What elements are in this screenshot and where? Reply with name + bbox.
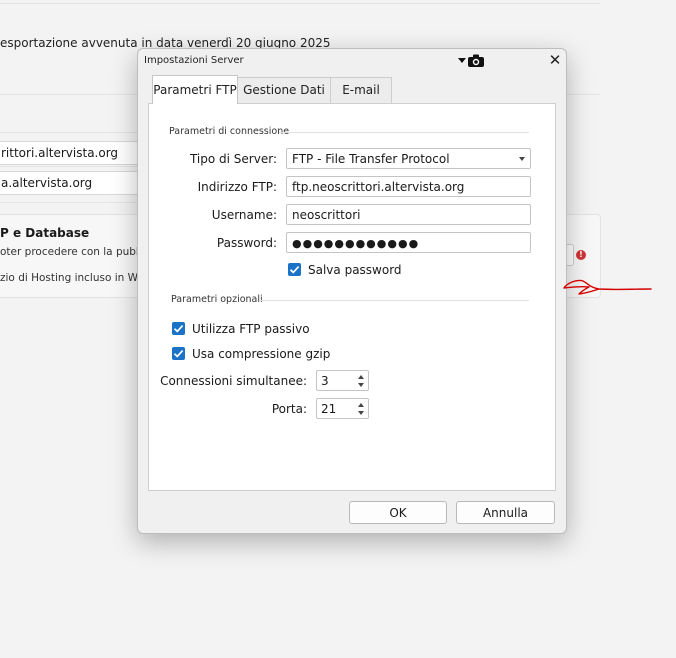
passive-ftp-label[interactable]: Utilizza FTP passivo: [192, 322, 310, 336]
checkmark-icon: [173, 325, 184, 333]
divider: [0, 132, 140, 133]
save-password-checkbox[interactable]: [288, 263, 301, 276]
chevron-up-icon[interactable]: [358, 375, 364, 379]
port-stepper[interactable]: 21: [316, 398, 369, 419]
connections-stepper[interactable]: 3: [316, 370, 369, 391]
password-input[interactable]: ●●●●●●●●●●●●: [286, 232, 531, 253]
port-value: 21: [321, 402, 337, 416]
ok-button[interactable]: OK: [349, 501, 447, 524]
group-title-connection: Parametri di connessione: [169, 126, 290, 137]
tab-email[interactable]: E-mail: [330, 77, 392, 103]
close-icon[interactable]: ✕: [548, 52, 562, 68]
annotation-arrow: [563, 279, 652, 295]
warning-icon: !: [576, 250, 586, 260]
group-title-optional: Parametri opzionali: [171, 294, 263, 305]
card-title: P e Database: [0, 226, 90, 240]
server-settings-dialog: Impostazioni Server ✕ Parametri FTP Gest…: [137, 48, 652, 534]
passive-ftp-checkbox[interactable]: [172, 322, 185, 335]
ftp-address-label: Indirizzo FTP:: [197, 180, 277, 194]
camera-icon[interactable]: [468, 54, 484, 67]
dialog-title: Impostazioni Server: [144, 55, 244, 66]
chevron-down-icon: [519, 157, 525, 161]
connections-value: 3: [321, 374, 329, 388]
checkmark-icon: [173, 350, 184, 358]
connections-label: Connessioni simultanee:: [160, 374, 307, 388]
tab-gestione-dati[interactable]: Gestione Dati: [236, 77, 332, 103]
tab-panel-ftp: Parametri di connessione Tipo di Server:…: [148, 103, 556, 491]
server-type-label: Tipo di Server:: [189, 152, 277, 166]
domain-field[interactable]: a.altervista.org: [0, 171, 152, 195]
chevron-down-icon[interactable]: [458, 57, 466, 64]
tab-parametri-ftp[interactable]: Parametri FTP: [152, 75, 238, 104]
divider: [0, 3, 600, 4]
ftp-address-input[interactable]: ftp.neoscrittori.altervista.org: [286, 176, 531, 197]
username-label: Username:: [211, 208, 277, 222]
stepper-buttons[interactable]: [355, 371, 368, 390]
chevron-up-icon[interactable]: [358, 403, 364, 407]
gzip-label[interactable]: Usa compressione gzip: [192, 347, 330, 361]
divider: [279, 132, 529, 133]
divider: [0, 202, 140, 203]
divider: [0, 166, 140, 167]
server-type-select[interactable]: FTP - File Transfer Protocol: [286, 148, 531, 169]
divider: [261, 300, 529, 301]
card-description: oter procedere con la pubblic: [0, 246, 155, 258]
port-label: Porta:: [271, 402, 307, 416]
username-input[interactable]: neoscrittori: [286, 204, 531, 225]
server-type-value: FTP - File Transfer Protocol: [292, 152, 450, 166]
checkmark-icon: [289, 266, 300, 274]
stepper-buttons[interactable]: [355, 399, 368, 418]
site-url-field[interactable]: rittori.altervista.org: [0, 141, 152, 165]
card-description-secondary: zio di Hosting incluso in WebS: [0, 272, 158, 284]
save-password-label[interactable]: Salva password: [308, 263, 402, 277]
chevron-down-icon[interactable]: [358, 411, 364, 415]
gzip-checkbox[interactable]: [172, 347, 185, 360]
password-label: Password:: [216, 236, 277, 250]
snapshot-control[interactable]: [458, 54, 484, 67]
cancel-button[interactable]: Annulla: [456, 501, 555, 524]
chevron-down-icon[interactable]: [358, 383, 364, 387]
